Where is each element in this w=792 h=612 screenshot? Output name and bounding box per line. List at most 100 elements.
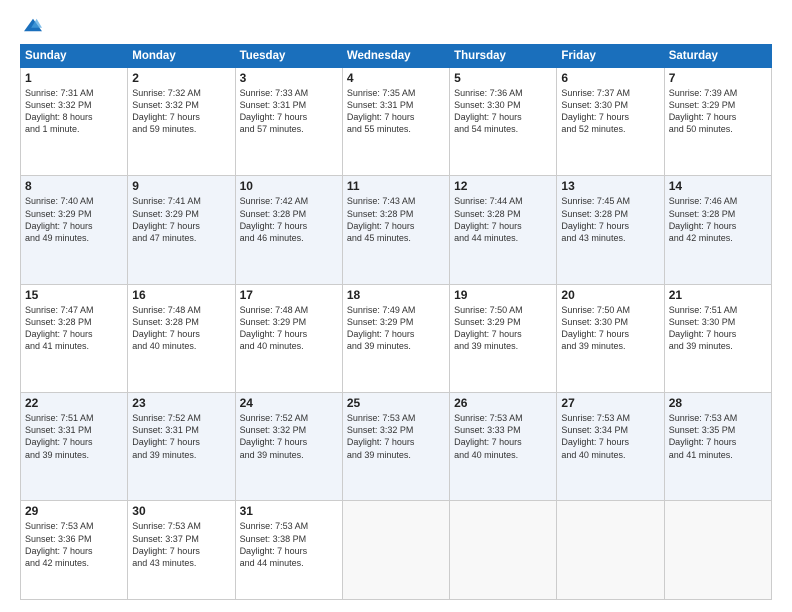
- day-number: 26: [454, 396, 552, 410]
- day-detail: Sunrise: 7:31 AM Sunset: 3:32 PM Dayligh…: [25, 87, 123, 136]
- day-number: 23: [132, 396, 230, 410]
- calendar-day-cell: [342, 501, 449, 600]
- calendar-header-friday: Friday: [557, 45, 664, 68]
- day-detail: Sunrise: 7:37 AM Sunset: 3:30 PM Dayligh…: [561, 87, 659, 136]
- day-number: 31: [240, 504, 338, 518]
- calendar-day-cell: 1 Sunrise: 7:31 AM Sunset: 3:32 PM Daylig…: [21, 68, 128, 176]
- calendar-day-cell: 2 Sunrise: 7:32 AM Sunset: 3:32 PM Daylig…: [128, 68, 235, 176]
- day-number: 9: [132, 179, 230, 193]
- day-number: 29: [25, 504, 123, 518]
- day-detail: Sunrise: 7:53 AM Sunset: 3:37 PM Dayligh…: [132, 520, 230, 569]
- day-detail: Sunrise: 7:53 AM Sunset: 3:33 PM Dayligh…: [454, 412, 552, 461]
- day-detail: Sunrise: 7:53 AM Sunset: 3:32 PM Dayligh…: [347, 412, 445, 461]
- calendar-day-cell: 24Sunrise: 7:52 AM Sunset: 3:32 PM Dayli…: [235, 393, 342, 501]
- day-detail: Sunrise: 7:53 AM Sunset: 3:34 PM Dayligh…: [561, 412, 659, 461]
- day-number: 5: [454, 71, 552, 85]
- day-number: 2: [132, 71, 230, 85]
- calendar-week-row: 8 Sunrise: 7:40 AM Sunset: 3:29 PM Daylig…: [21, 176, 772, 284]
- calendar-day-cell: 26 Sunrise: 7:53 AM Sunset: 3:33 PM Dayli…: [450, 393, 557, 501]
- day-number: 30: [132, 504, 230, 518]
- calendar-day-cell: 25 Sunrise: 7:53 AM Sunset: 3:32 PM Dayli…: [342, 393, 449, 501]
- day-number: 7: [669, 71, 767, 85]
- calendar-day-cell: 4 Sunrise: 7:35 AM Sunset: 3:31 PM Daylig…: [342, 68, 449, 176]
- calendar-day-cell: 20 Sunrise: 7:50 AM Sunset: 3:30 PM Dayli…: [557, 284, 664, 392]
- day-number: 10: [240, 179, 338, 193]
- calendar-day-cell: 6 Sunrise: 7:37 AM Sunset: 3:30 PM Daylig…: [557, 68, 664, 176]
- day-number: 13: [561, 179, 659, 193]
- calendar-day-cell: 21Sunrise: 7:51 AM Sunset: 3:30 PM Dayli…: [664, 284, 771, 392]
- day-detail: Sunrise: 7:42 AM Sunset: 3:28 PM Dayligh…: [240, 195, 338, 244]
- calendar-day-cell: [557, 501, 664, 600]
- day-detail: Sunrise: 7:36 AM Sunset: 3:30 PM Dayligh…: [454, 87, 552, 136]
- logo: [20, 16, 42, 34]
- calendar-day-cell: 31 Sunrise: 7:53 AM Sunset: 3:38 PM Dayli…: [235, 501, 342, 600]
- calendar-day-cell: [664, 501, 771, 600]
- day-detail: Sunrise: 7:41 AM Sunset: 3:29 PM Dayligh…: [132, 195, 230, 244]
- page: SundayMondayTuesdayWednesdayThursdayFrid…: [0, 0, 792, 612]
- calendar-header-wednesday: Wednesday: [342, 45, 449, 68]
- day-number: 16: [132, 288, 230, 302]
- calendar-day-cell: 3 Sunrise: 7:33 AM Sunset: 3:31 PM Daylig…: [235, 68, 342, 176]
- day-number: 19: [454, 288, 552, 302]
- day-detail: Sunrise: 7:46 AM Sunset: 3:28 PM Dayligh…: [669, 195, 767, 244]
- calendar-day-cell: 11 Sunrise: 7:43 AM Sunset: 3:28 PM Dayli…: [342, 176, 449, 284]
- day-detail: Sunrise: 7:53 AM Sunset: 3:38 PM Dayligh…: [240, 520, 338, 569]
- calendar-header-thursday: Thursday: [450, 45, 557, 68]
- day-detail: Sunrise: 7:53 AM Sunset: 3:36 PM Dayligh…: [25, 520, 123, 569]
- day-detail: Sunrise: 7:45 AM Sunset: 3:28 PM Dayligh…: [561, 195, 659, 244]
- day-number: 3: [240, 71, 338, 85]
- day-detail: Sunrise: 7:50 AM Sunset: 3:30 PM Dayligh…: [561, 304, 659, 353]
- calendar-day-cell: 16 Sunrise: 7:48 AM Sunset: 3:28 PM Dayli…: [128, 284, 235, 392]
- day-number: 11: [347, 179, 445, 193]
- calendar-table: SundayMondayTuesdayWednesdayThursdayFrid…: [20, 44, 772, 600]
- calendar-week-row: 1 Sunrise: 7:31 AM Sunset: 3:32 PM Daylig…: [21, 68, 772, 176]
- day-detail: Sunrise: 7:43 AM Sunset: 3:28 PM Dayligh…: [347, 195, 445, 244]
- day-number: 20: [561, 288, 659, 302]
- day-detail: Sunrise: 7:49 AM Sunset: 3:29 PM Dayligh…: [347, 304, 445, 353]
- logo-icon: [24, 16, 42, 34]
- day-detail: Sunrise: 7:40 AM Sunset: 3:29 PM Dayligh…: [25, 195, 123, 244]
- day-detail: Sunrise: 7:48 AM Sunset: 3:28 PM Dayligh…: [132, 304, 230, 353]
- day-detail: Sunrise: 7:33 AM Sunset: 3:31 PM Dayligh…: [240, 87, 338, 136]
- calendar-day-cell: 7Sunrise: 7:39 AM Sunset: 3:29 PM Daylig…: [664, 68, 771, 176]
- day-detail: Sunrise: 7:52 AM Sunset: 3:31 PM Dayligh…: [132, 412, 230, 461]
- day-detail: Sunrise: 7:47 AM Sunset: 3:28 PM Dayligh…: [25, 304, 123, 353]
- day-detail: Sunrise: 7:50 AM Sunset: 3:29 PM Dayligh…: [454, 304, 552, 353]
- day-detail: Sunrise: 7:51 AM Sunset: 3:31 PM Dayligh…: [25, 412, 123, 461]
- calendar-week-row: 29 Sunrise: 7:53 AM Sunset: 3:36 PM Dayli…: [21, 501, 772, 600]
- calendar-day-cell: 19 Sunrise: 7:50 AM Sunset: 3:29 PM Dayli…: [450, 284, 557, 392]
- day-number: 4: [347, 71, 445, 85]
- header: [20, 16, 772, 34]
- day-number: 25: [347, 396, 445, 410]
- calendar-header-tuesday: Tuesday: [235, 45, 342, 68]
- calendar-header-row: SundayMondayTuesdayWednesdayThursdayFrid…: [21, 45, 772, 68]
- day-number: 1: [25, 71, 123, 85]
- calendar-day-cell: 17 Sunrise: 7:48 AM Sunset: 3:29 PM Dayli…: [235, 284, 342, 392]
- day-number: 22: [25, 396, 123, 410]
- calendar-day-cell: 29 Sunrise: 7:53 AM Sunset: 3:36 PM Dayli…: [21, 501, 128, 600]
- day-number: 27: [561, 396, 659, 410]
- calendar-day-cell: 22 Sunrise: 7:51 AM Sunset: 3:31 PM Dayli…: [21, 393, 128, 501]
- day-detail: Sunrise: 7:51 AM Sunset: 3:30 PM Dayligh…: [669, 304, 767, 353]
- calendar-day-cell: 14 Sunrise: 7:46 AM Sunset: 3:28 PM Dayli…: [664, 176, 771, 284]
- day-number: 15: [25, 288, 123, 302]
- day-number: 14: [669, 179, 767, 193]
- day-number: 6: [561, 71, 659, 85]
- calendar-header-saturday: Saturday: [664, 45, 771, 68]
- day-detail: Sunrise: 7:32 AM Sunset: 3:32 PM Dayligh…: [132, 87, 230, 136]
- day-number: 17: [240, 288, 338, 302]
- day-detail: Sunrise: 7:44 AM Sunset: 3:28 PM Dayligh…: [454, 195, 552, 244]
- day-number: 24: [240, 396, 338, 410]
- calendar-week-row: 15 Sunrise: 7:47 AM Sunset: 3:28 PM Dayli…: [21, 284, 772, 392]
- day-number: 12: [454, 179, 552, 193]
- day-detail: Sunrise: 7:35 AM Sunset: 3:31 PM Dayligh…: [347, 87, 445, 136]
- day-number: 8: [25, 179, 123, 193]
- calendar-day-cell: 30 Sunrise: 7:53 AM Sunset: 3:37 PM Dayli…: [128, 501, 235, 600]
- calendar-day-cell: 27 Sunrise: 7:53 AM Sunset: 3:34 PM Dayli…: [557, 393, 664, 501]
- calendar-day-cell: 5 Sunrise: 7:36 AM Sunset: 3:30 PM Daylig…: [450, 68, 557, 176]
- calendar-week-row: 22 Sunrise: 7:51 AM Sunset: 3:31 PM Dayli…: [21, 393, 772, 501]
- day-detail: Sunrise: 7:48 AM Sunset: 3:29 PM Dayligh…: [240, 304, 338, 353]
- calendar-day-cell: 12 Sunrise: 7:44 AM Sunset: 3:28 PM Dayli…: [450, 176, 557, 284]
- calendar-day-cell: 10 Sunrise: 7:42 AM Sunset: 3:28 PM Dayli…: [235, 176, 342, 284]
- day-detail: Sunrise: 7:53 AM Sunset: 3:35 PM Dayligh…: [669, 412, 767, 461]
